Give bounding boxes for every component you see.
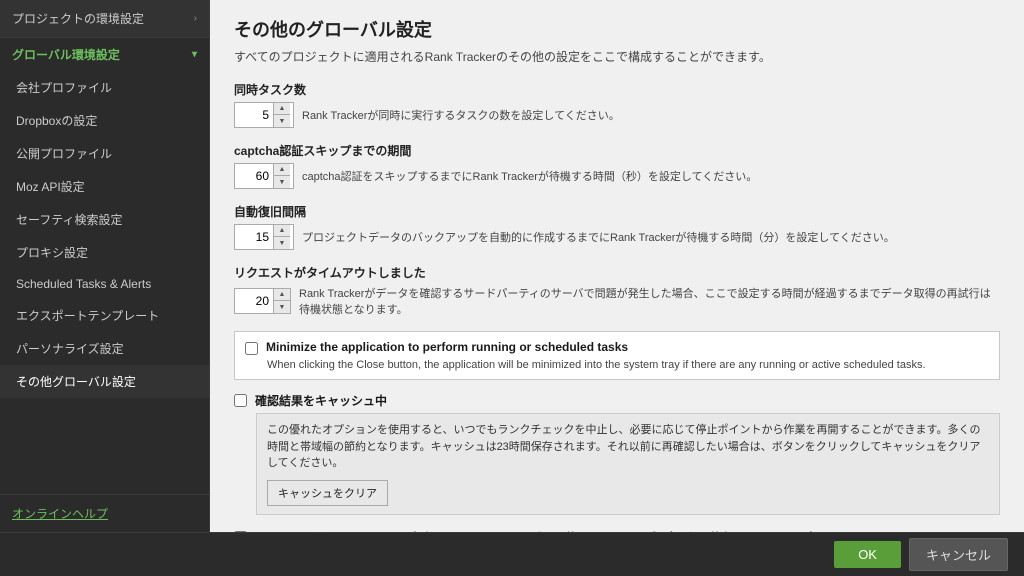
auto-recovery-down[interactable]: ▼ — [274, 237, 290, 249]
concurrent-tasks-section: 同時タスク数 5 ▲ ▼ Rank Trackerが同時に実行するタスクの数を設… — [234, 81, 1000, 128]
sidebar-item-other-global[interactable]: その他グローバル設定 — [0, 365, 209, 398]
captcha-skip-up[interactable]: ▲ — [274, 164, 290, 176]
cache-inner-box: この優れたオプションを使用すると、いつでもランクチェックを中止し、必要に応じて停… — [256, 413, 1000, 515]
captcha-skip-input-row: 60 ▲ ▼ captcha認証をスキップするまでにRank Trackerが待… — [234, 163, 1000, 189]
page-subtitle: すべてのプロジェクトに適用されるRank Trackerのその他の設定をここで構… — [234, 48, 1000, 65]
clear-cache-button[interactable]: キャッシュをクリア — [267, 480, 388, 506]
sidebar-item-public-profile[interactable]: 公開プロファイル — [0, 137, 209, 170]
minimize-label: Minimize the application to perform runn… — [266, 340, 628, 354]
request-timeout-label: リクエストがタイムアウトしました — [234, 264, 1000, 281]
auto-recovery-input-row: 15 ▲ ▼ プロジェクトデータのバックアップを自動的に作成するまでにRank … — [234, 224, 1000, 250]
minimize-checkbox[interactable] — [245, 342, 258, 355]
content-area: その他のグローバル設定 すべてのプロジェクトに適用されるRank Tracker… — [210, 0, 1024, 532]
sidebar-item-scheduled-tasks[interactable]: Scheduled Tasks & Alerts — [0, 269, 209, 299]
auto-recovery-label: 自動復旧間隔 — [234, 203, 1000, 220]
sidebar-project-label: プロジェクトの環境設定 — [12, 10, 144, 27]
captcha-skip-label: captcha認証スキップまでの期間 — [234, 142, 1000, 159]
sidebar-item-personalize[interactable]: パーソナライズ設定 — [0, 332, 209, 365]
sidebar-global-section[interactable]: グローバル環境設定 ▾ — [0, 38, 209, 71]
cache-checkbox[interactable] — [234, 394, 247, 407]
sidebar-item-export-template[interactable]: エクスポートテンプレート — [0, 299, 209, 332]
concurrent-tasks-input-row: 5 ▲ ▼ Rank Trackerが同時に実行するタスクの数を設定してください… — [234, 102, 1000, 128]
sidebar-project-settings[interactable]: プロジェクトの環境設定 › — [0, 0, 209, 38]
concurrent-tasks-down[interactable]: ▼ — [274, 115, 290, 127]
auto-recovery-desc: プロジェクトデータのバックアップを自動的に作成するまでにRank Tracker… — [302, 229, 895, 245]
sidebar-nav: 会社プロファイルDropboxの設定公開プロファイルMoz API設定セーフティ… — [0, 71, 209, 398]
captcha-skip-input[interactable]: 60 — [235, 164, 273, 188]
cache-section: 確認結果をキャッシュ中 この優れたオプションを使用すると、いつでもランクチェック… — [234, 392, 1000, 515]
cache-label: 確認結果をキャッシュ中 — [255, 392, 387, 409]
auto-recovery-section: 自動復旧間隔 15 ▲ ▼ プロジェクトデータのバックアップを自動的に作成するま… — [234, 203, 1000, 250]
minimize-checkbox-row: Minimize the application to perform runn… — [245, 340, 989, 355]
auto-recovery-spinner[interactable]: 15 ▲ ▼ — [234, 224, 294, 250]
auto-recovery-input[interactable]: 15 — [235, 225, 273, 249]
auto-recovery-up[interactable]: ▲ — [274, 225, 290, 237]
page-title: その他のグローバル設定 — [234, 16, 1000, 42]
captcha-skip-buttons: ▲ ▼ — [273, 164, 290, 188]
sidebar-item-company-profile[interactable]: 会社プロファイル — [0, 71, 209, 104]
request-timeout-buttons: ▲ ▼ — [273, 289, 290, 313]
request-timeout-spinner[interactable]: 20 ▲ ▼ — [234, 288, 291, 314]
minimize-desc: When clicking the Close button, the appl… — [267, 359, 989, 371]
captcha-skip-desc: captcha認証をスキップするまでにRank Trackerが待機する時間（秒… — [302, 168, 757, 184]
cache-checkbox-row: 確認結果をキャッシュ中 — [234, 392, 1000, 409]
minimize-section: Minimize the application to perform runn… — [234, 331, 1000, 380]
sidebar-global-arrow: ▾ — [192, 49, 197, 60]
sidebar-item-safety-check[interactable]: セーフティ検索設定 — [0, 203, 209, 236]
sidebar-item-moz-api[interactable]: Moz API設定 — [0, 170, 209, 203]
request-timeout-desc: Rank Trackerがデータを確認するサードパーティのサーバで問題が発生した… — [299, 285, 1000, 317]
sidebar-project-arrow: › — [194, 13, 197, 24]
captcha-skip-section: captcha認証スキップまでの期間 60 ▲ ▼ captcha認証をスキップ… — [234, 142, 1000, 189]
concurrent-tasks-input[interactable]: 5 — [235, 103, 273, 127]
sidebar: プロジェクトの環境設定 › グローバル環境設定 ▾ 会社プロファイルDropbo… — [0, 0, 210, 532]
sidebar-item-dropbox-settings[interactable]: Dropboxの設定 — [0, 104, 209, 137]
concurrent-tasks-buttons: ▲ ▼ — [273, 103, 290, 127]
request-timeout-section: リクエストがタイムアウトしました 20 ▲ ▼ Rank Trackerがデータ… — [234, 264, 1000, 317]
sidebar-global-label: グローバル環境設定 — [12, 46, 120, 63]
concurrent-tasks-desc: Rank Trackerが同時に実行するタスクの数を設定してください。 — [302, 107, 620, 123]
request-timeout-up[interactable]: ▲ — [274, 289, 290, 301]
request-timeout-input-row: 20 ▲ ▼ Rank Trackerがデータを確認するサードパーティのサーバで… — [234, 285, 1000, 317]
concurrent-tasks-up[interactable]: ▲ — [274, 103, 290, 115]
sidebar-bottom: オンラインヘルプ — [0, 494, 209, 532]
captcha-skip-down[interactable]: ▼ — [274, 176, 290, 188]
auto-recovery-buttons: ▲ ▼ — [273, 225, 290, 249]
captcha-skip-spinner[interactable]: 60 ▲ ▼ — [234, 163, 294, 189]
bottom-bar: OK キャンセル — [0, 532, 1024, 576]
concurrent-tasks-label: 同時タスク数 — [234, 81, 1000, 98]
online-help-link[interactable]: オンラインヘルプ — [12, 507, 108, 521]
request-timeout-input[interactable]: 20 — [235, 289, 273, 313]
cancel-button[interactable]: キャンセル — [909, 538, 1008, 571]
concurrent-tasks-spinner[interactable]: 5 ▲ ▼ — [234, 102, 294, 128]
cache-desc: この優れたオプションを使用すると、いつでもランクチェックを中止し、必要に応じて停… — [267, 422, 989, 472]
request-timeout-down[interactable]: ▼ — [274, 301, 290, 313]
ok-button[interactable]: OK — [834, 541, 901, 568]
sidebar-item-proxy[interactable]: プロキシ設定 — [0, 236, 209, 269]
